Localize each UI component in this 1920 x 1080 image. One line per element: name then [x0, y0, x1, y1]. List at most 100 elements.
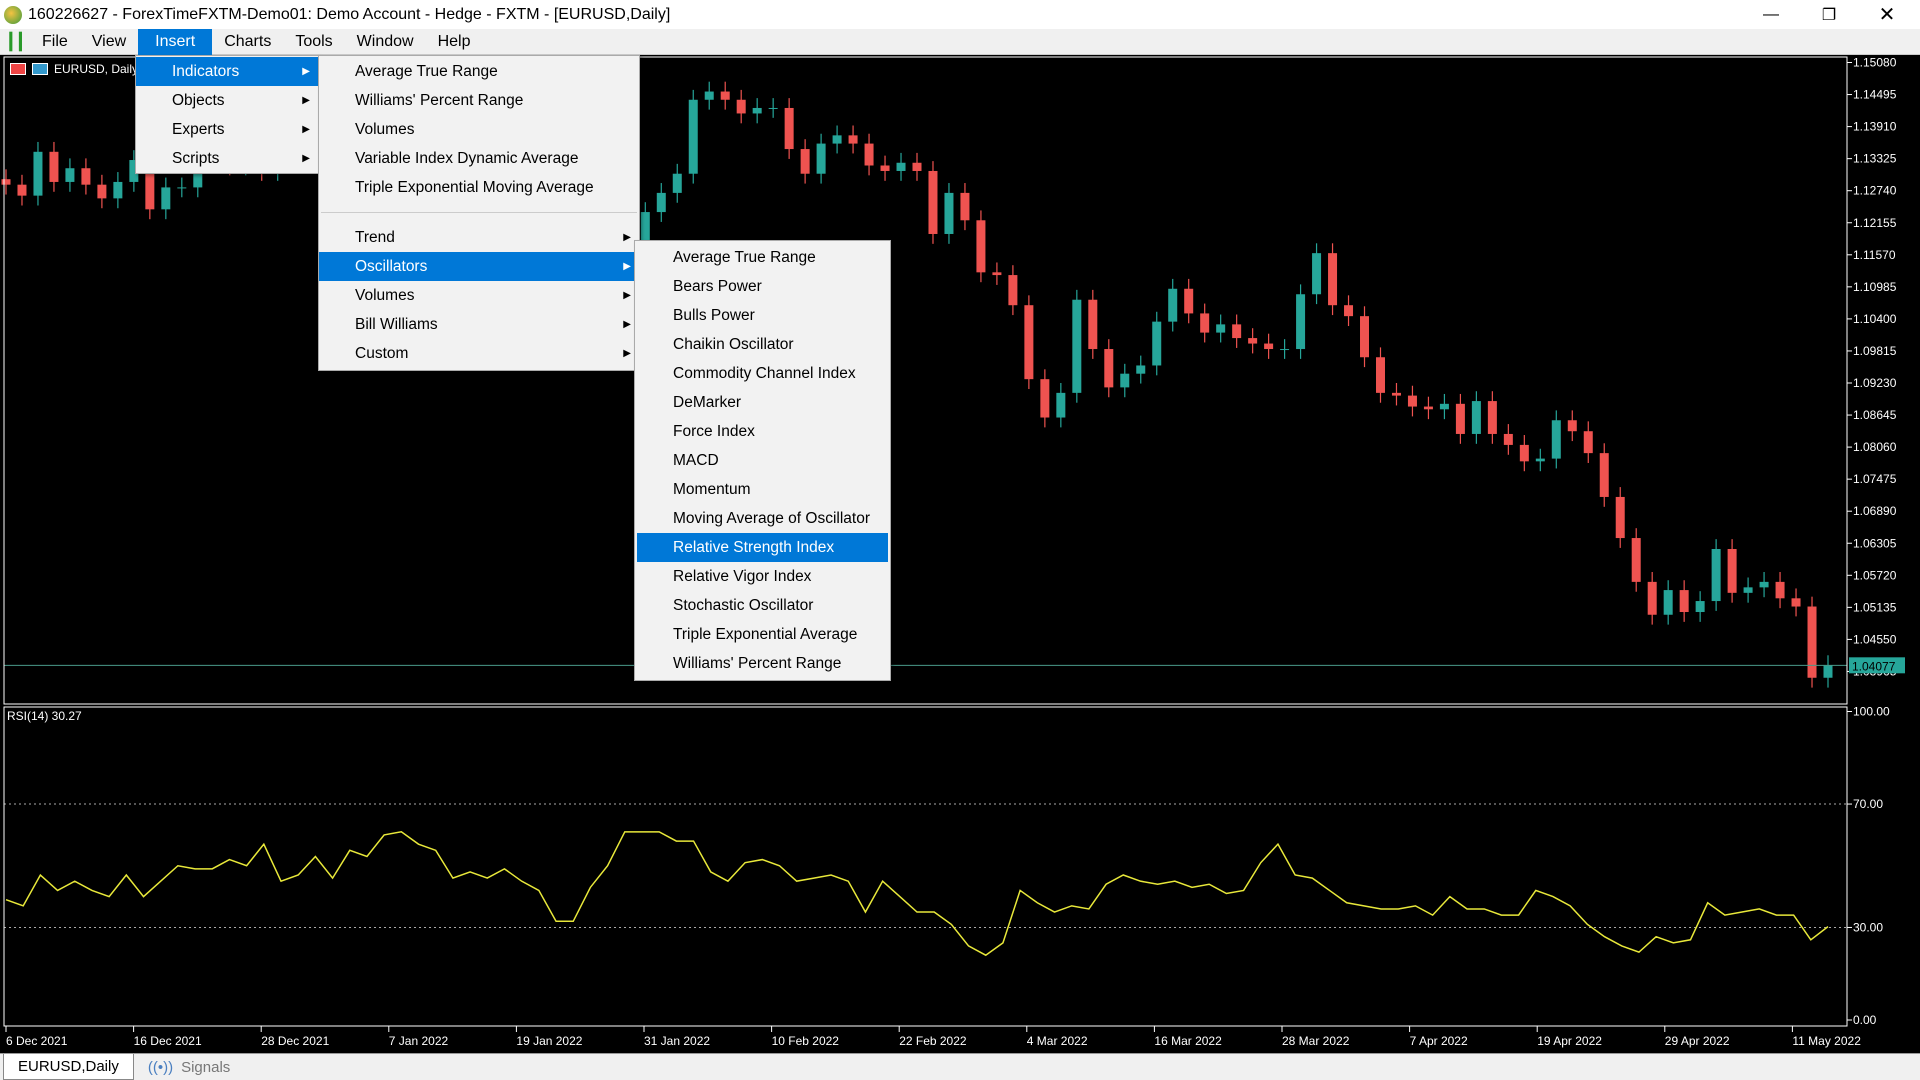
menu-item-williams-percent-range[interactable]: Williams' Percent Range — [637, 649, 888, 678]
candle-bull — [1056, 392, 1066, 418]
menu-item-indicator[interactable]: Volumes — [319, 115, 639, 144]
price-tick-label: 1.10400 — [1853, 312, 1897, 326]
menu-item-objects[interactable]: Objects ▶ — [136, 86, 318, 115]
indicators-menu: Average True Range Williams' Percent Rang… — [318, 55, 640, 371]
price-tick-label: 1.08645 — [1853, 408, 1897, 422]
menu-item-indicator[interactable]: Average True Range — [319, 57, 639, 86]
menu-item-oscillators[interactable]: Oscillators ▶ — [319, 252, 639, 281]
chart-symbol-title: EURUSD, Daily — [10, 62, 138, 76]
tab-eurusd-daily[interactable]: EURUSD,Daily — [3, 1054, 134, 1080]
candle-bear — [1423, 406, 1433, 410]
grid-icon — [10, 63, 26, 75]
menu-item-demarker[interactable]: DeMarker — [637, 388, 888, 417]
date-tick-label: 10 Feb 2022 — [772, 1034, 840, 1048]
candle-bull — [1759, 581, 1769, 588]
candle-bull — [161, 187, 171, 210]
menu-item-indicator[interactable]: Triple Exponential Moving Average — [319, 173, 639, 202]
candle-bull — [1823, 665, 1833, 678]
candle-bull — [1471, 401, 1481, 434]
menu-item-average-true-range[interactable]: Average True Range — [637, 243, 888, 272]
candle-bear — [1184, 288, 1194, 314]
submenu-arrow-icon: ▶ — [302, 124, 310, 135]
date-tick-label: 16 Dec 2021 — [134, 1034, 202, 1048]
menu-item-triple-exponential-average[interactable]: Triple Exponential Average — [637, 620, 888, 649]
candle-bull — [656, 192, 666, 213]
menu-label: Triple Exponential Average — [673, 625, 858, 643]
candle-bear — [1615, 496, 1625, 539]
menu-item-macd[interactable]: MACD — [637, 446, 888, 475]
menu-item-chaikin-oscillator[interactable]: Chaikin Oscillator — [637, 330, 888, 359]
candle-bear — [1791, 598, 1801, 607]
menu-item-force-index[interactable]: Force Index — [637, 417, 888, 446]
rsi-label: RSI(14) 30.27 — [7, 709, 82, 723]
candle-bear — [1232, 324, 1242, 339]
candle-bear — [1807, 606, 1817, 678]
price-tick-label: 1.09815 — [1853, 344, 1897, 358]
candle-bull — [1535, 458, 1545, 462]
candle-bear — [864, 143, 874, 166]
menu-label: Chaikin Oscillator — [673, 335, 794, 353]
menu-item-commodity-channel-index[interactable]: Commodity Channel Index — [637, 359, 888, 388]
menu-label: Williams' Percent Range — [355, 91, 524, 109]
menu-item-indicator[interactable]: Variable Index Dynamic Average — [319, 144, 639, 173]
menu-item-relative-vigor-index[interactable]: Relative Vigor Index — [637, 562, 888, 591]
submenu-arrow-icon: ▶ — [623, 261, 631, 272]
candle-bear — [848, 135, 858, 144]
candle-bear — [1328, 253, 1338, 306]
date-tick-label: 28 Mar 2022 — [1282, 1034, 1350, 1048]
menu-item-volumes[interactable]: Volumes ▶ — [319, 281, 639, 310]
candle-bull — [768, 107, 778, 109]
candle-bear — [1631, 538, 1641, 582]
submenu-arrow-icon: ▶ — [623, 348, 631, 359]
date-tick-label: 7 Jan 2022 — [389, 1034, 449, 1048]
menu-item-momentum[interactable]: Momentum — [637, 475, 888, 504]
candle-bull — [752, 107, 762, 114]
menu-label: Triple Exponential Moving Average — [355, 178, 594, 196]
menu-item-relative-strength-index[interactable]: Relative Strength Index — [637, 533, 888, 562]
menu-item-bears-power[interactable]: Bears Power — [637, 272, 888, 301]
menu-item-bulls-power[interactable]: Bulls Power — [637, 301, 888, 330]
candle-bull — [1152, 321, 1162, 366]
candle-bear — [736, 99, 746, 114]
menu-item-scripts[interactable]: Scripts ▶ — [136, 144, 318, 173]
oscillators-menu: Average True Range Bears Power Bulls Power… — [634, 240, 891, 681]
menu-item-indicators[interactable]: Indicators ▶ — [136, 57, 318, 86]
menu-item-moving-average-of-oscillator[interactable]: Moving Average of Oscillator — [637, 504, 888, 533]
candle-bear — [992, 272, 1002, 276]
candle-bull — [65, 168, 75, 182]
submenu-arrow-icon: ▶ — [623, 319, 631, 330]
menu-label: Indicators — [172, 62, 240, 80]
candle-bear — [1679, 590, 1689, 613]
price-tick-label: 1.14495 — [1853, 88, 1897, 102]
menu-label: Trend — [355, 228, 395, 246]
menu-item-custom[interactable]: Custom ▶ — [319, 339, 639, 368]
menu-item-bill-williams[interactable]: Bill Williams ▶ — [319, 310, 639, 339]
candle-bear — [1360, 316, 1370, 358]
candle-bear — [1, 179, 11, 185]
tab-signals[interactable]: ((•)) Signals — [134, 1054, 244, 1080]
candle-bear — [1088, 299, 1098, 350]
price-tick-label: 1.04550 — [1853, 632, 1897, 646]
candle-bull — [1663, 590, 1673, 615]
date-tick-label: 4 Mar 2022 — [1027, 1034, 1088, 1048]
menu-item-indicator[interactable]: Williams' Percent Range — [319, 86, 639, 115]
candle-bear — [81, 168, 91, 185]
menu-item-stochastic-oscillator[interactable]: Stochastic Oscillator — [637, 591, 888, 620]
signals-icon: ((•)) — [147, 1058, 174, 1076]
date-tick-label: 6 Dec 2021 — [6, 1034, 68, 1048]
price-tick-label: 1.10985 — [1853, 280, 1897, 294]
candle-bear — [1583, 431, 1593, 454]
menu-item-experts[interactable]: Experts ▶ — [136, 115, 318, 144]
candle-bear — [1008, 275, 1018, 306]
menu-item-trend[interactable]: Trend ▶ — [319, 223, 639, 252]
price-tick-label: 1.06890 — [1853, 504, 1897, 518]
menu-label: Average True Range — [355, 62, 498, 80]
candle-bull — [1168, 288, 1178, 322]
candle-bear — [1024, 305, 1034, 380]
candle-bear — [1375, 357, 1385, 393]
menu-label: Stochastic Oscillator — [673, 596, 814, 614]
date-tick-label: 28 Dec 2021 — [261, 1034, 329, 1048]
candle-bull — [1551, 420, 1561, 459]
price-tick-label: 1.12155 — [1853, 216, 1897, 230]
menu-label: Bulls Power — [673, 306, 755, 324]
